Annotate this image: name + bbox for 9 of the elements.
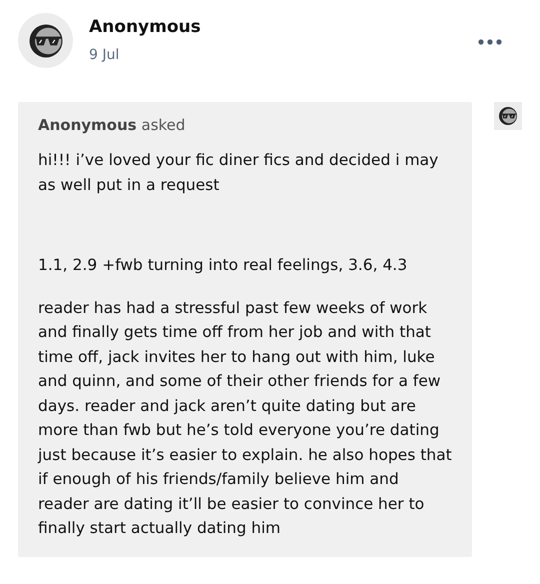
ask-paragraph: 1.1, 2.9 +fwb turning into real feelings, 3.6, 4.3: [38, 255, 408, 276]
asker-line: Anonymous asked: [38, 116, 186, 134]
post-date[interactable]: 9 Jul: [89, 47, 201, 63]
sunglasses-face-icon: [496, 104, 520, 128]
more-options-icon[interactable]: [478, 39, 502, 45]
asker-avatar[interactable]: [494, 102, 522, 130]
author-name[interactable]: Anonymous: [89, 17, 201, 37]
ask-paragraph: hi!!! i’ve loved your fic diner fics and decided i may as well put in a request: [38, 150, 440, 196]
ask-paragraph: reader has had a stressful past few weeks of work and finally gets time off from her job and with that time off, jack invites her to hang out with him, luke and quinn, and some of their other friends for a few days. reader and jack aren’t quite dating but are more than fwb but he’s told everyone you’re dating just because it’s easier to explain. he also hopes that if enough of his friends/family believe him and reader are dating it’ll be easier to convince her to finally start actually dating him: [38, 298, 452, 539]
